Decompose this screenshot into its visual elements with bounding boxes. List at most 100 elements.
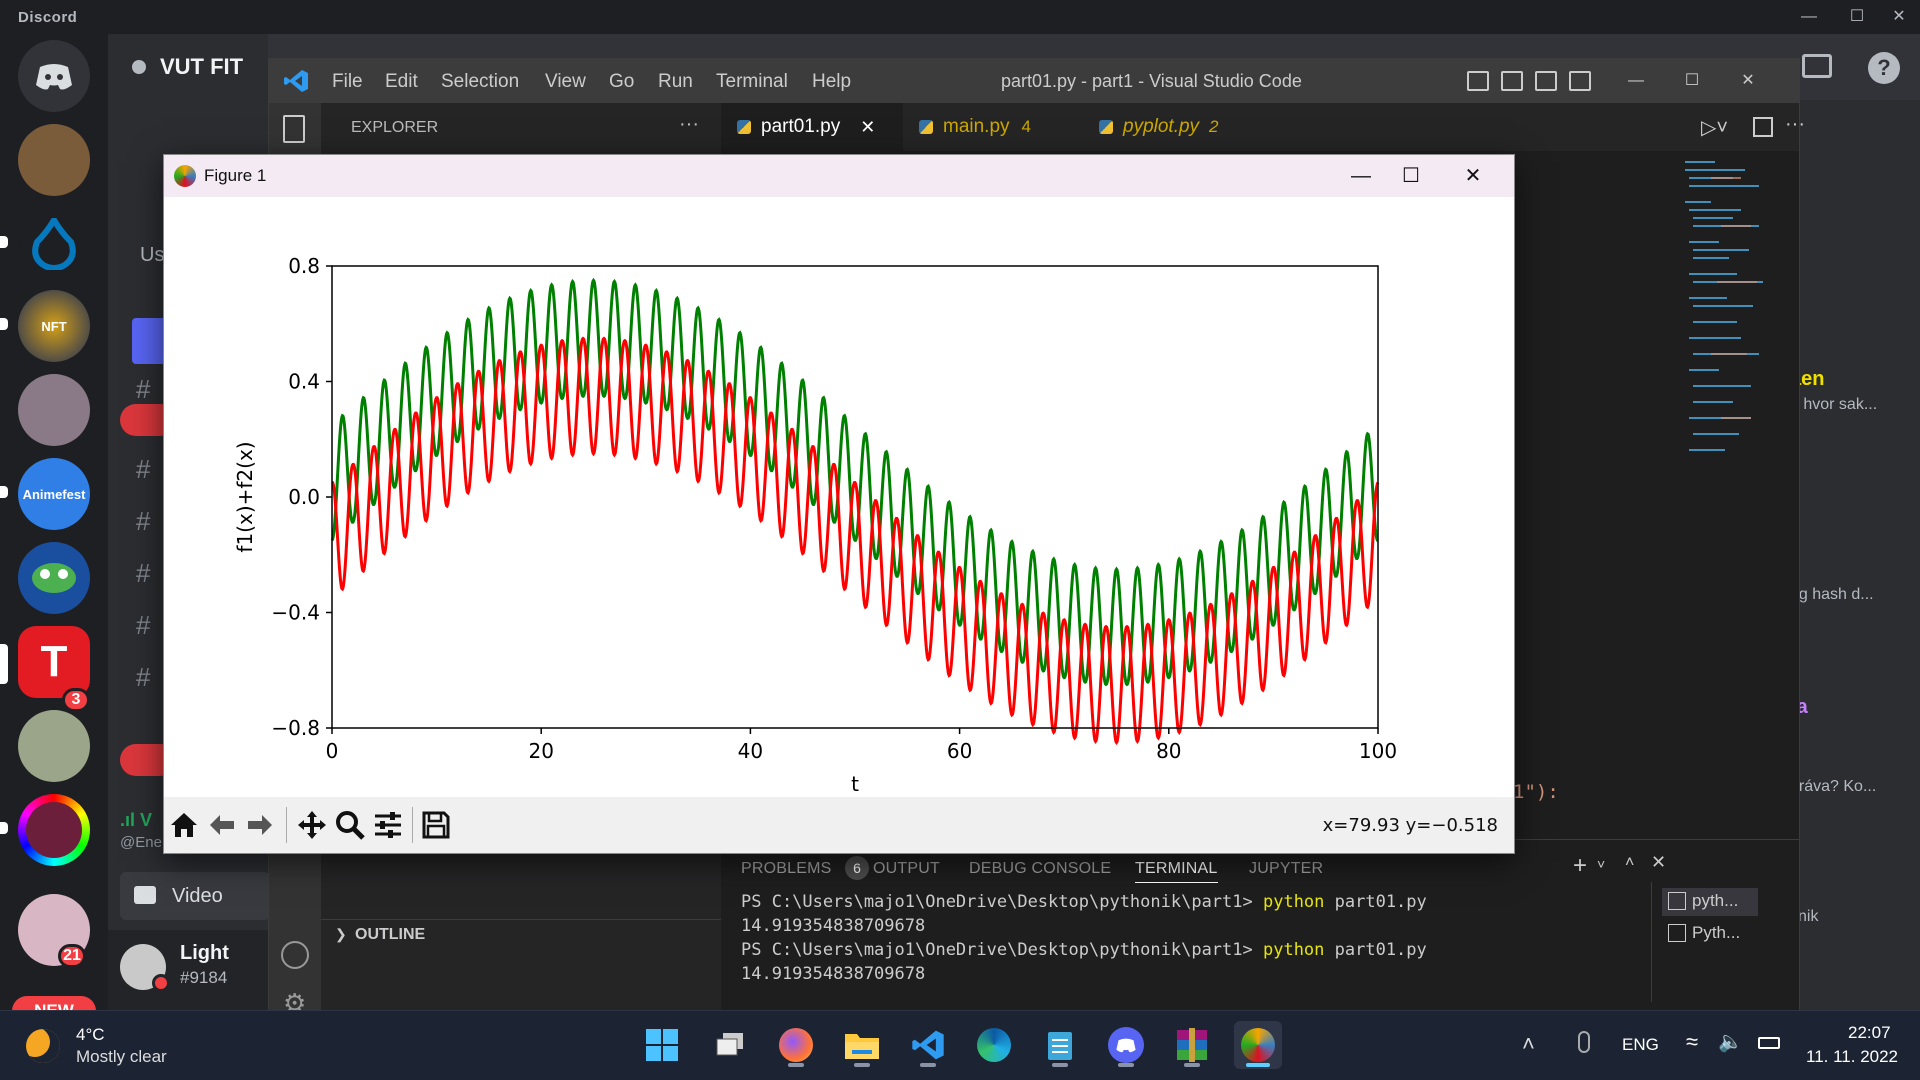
new-terminal-icon[interactable]: + (1573, 852, 1587, 880)
microphone-icon[interactable] (1578, 1031, 1590, 1053)
taskbar-app-winrar[interactable] (1168, 1021, 1216, 1069)
folder-icon (845, 1034, 879, 1059)
nft-server-icon[interactable]: NFT (18, 290, 90, 362)
pan-icon[interactable] (296, 809, 328, 841)
figure-minimize-button[interactable]: — (1336, 161, 1386, 191)
tab-pyplot[interactable]: pyplot.py 2 (1083, 103, 1263, 151)
user-tag: #9184 (180, 968, 228, 987)
help-icon[interactable]: ? (1868, 52, 1900, 84)
animefest-server-icon[interactable]: Animefest (18, 458, 90, 530)
taskbar-app-file-explorer[interactable] (838, 1021, 886, 1069)
customize-layout-icon[interactable] (1569, 71, 1591, 91)
video-button[interactable]: Video (120, 872, 270, 920)
vscode-close-button[interactable]: ✕ (1725, 68, 1771, 94)
menu-go[interactable]: Go (609, 71, 634, 93)
chevron-down-icon[interactable]: ˅ (1597, 856, 1605, 872)
taskbar: 4°C Mostly clear ˄ ENG ≈ 🔈 22:07 11. 11.… (0, 1010, 1920, 1080)
channel-hash-icon[interactable]: # (136, 558, 150, 589)
configure-subplots-icon[interactable] (372, 809, 404, 841)
figure-close-button[interactable]: ✕ (1448, 161, 1498, 191)
vscode-maximize-button[interactable]: ☐ (1669, 68, 1715, 94)
tab-jupyter[interactable]: JUPYTER (1249, 860, 1323, 878)
channel-hash-icon[interactable]: # (136, 454, 150, 485)
guild-name[interactable]: VUT FIT (160, 54, 243, 80)
wifi-icon[interactable]: ≈ (1686, 1029, 1698, 1055)
figure-maximize-button[interactable]: ☐ (1386, 161, 1436, 191)
channel-hash-icon[interactable]: # (136, 374, 150, 405)
editor-more-icon[interactable]: ··· (1785, 113, 1805, 136)
taskbar-app-vscode[interactable] (904, 1021, 952, 1069)
chevron-up-icon[interactable]: ˄ (1522, 1031, 1535, 1057)
tab-part01[interactable]: part01.py ✕ (721, 103, 903, 151)
taskbar-app-notepad[interactable] (1036, 1021, 1084, 1069)
home-icon[interactable] (168, 809, 200, 841)
plot-canvas[interactable]: 0 20 40 60 80 100 −0.8 −0.4 0.0 0.4 0.8 t f1(x)+f… (164, 197, 1514, 797)
toggle-secondary-sidebar-icon[interactable] (1535, 71, 1557, 91)
illuminati-server-icon[interactable] (18, 710, 90, 782)
x-tick-label: 100 (1359, 739, 1397, 763)
outline-section[interactable]: ❯ OUTLINE (321, 919, 721, 949)
channel-hash-icon[interactable]: # (136, 506, 150, 537)
tab-terminal[interactable]: TERMINAL (1135, 860, 1218, 883)
volume-icon[interactable]: 🔈 (1718, 1029, 1743, 1054)
clock-date[interactable]: 11. 11. 2022 (1806, 1047, 1898, 1067)
menu-help[interactable]: Help (812, 71, 851, 93)
taskbar-app-firefox[interactable] (772, 1021, 820, 1069)
taskbar-app-discord[interactable] (1102, 1021, 1150, 1069)
back-arrow-icon[interactable] (206, 809, 238, 841)
terminal-list-item[interactable]: Pyth... (1662, 920, 1758, 948)
server-avatar-2[interactable] (18, 374, 90, 446)
channel-hash-icon[interactable]: # (136, 610, 150, 641)
explorer-more-icon[interactable]: ··· (679, 113, 699, 136)
taskbar-app-python-figure[interactable] (1234, 1021, 1282, 1069)
pepe-server-icon[interactable] (18, 542, 90, 614)
menu-selection[interactable]: Selection (441, 71, 519, 93)
tab-main[interactable]: main.py 4 (903, 103, 1083, 151)
running-indicator (1184, 1063, 1200, 1067)
discord-close-button[interactable]: ✕ (1876, 4, 1920, 30)
toggle-sidebar-icon[interactable] (1467, 71, 1489, 91)
menu-edit[interactable]: Edit (385, 71, 418, 93)
explorer-icon[interactable] (283, 115, 305, 143)
tab-output[interactable]: OUTPUT (873, 860, 940, 878)
inbox-icon[interactable] (1802, 54, 1832, 78)
accounts-icon[interactable] (281, 941, 309, 969)
tab-close-icon[interactable]: ✕ (860, 117, 875, 138)
battery-icon[interactable] (1758, 1037, 1780, 1049)
run-python-icon[interactable]: ▷˅ (1701, 115, 1728, 140)
terminal-list-item[interactable]: pyth... (1662, 888, 1758, 916)
weather-temp: 4°C (76, 1025, 105, 1044)
start-button[interactable] (638, 1021, 686, 1069)
member-snippet: práva? Ko... (1790, 778, 1877, 795)
save-icon[interactable] (420, 809, 452, 841)
toggle-panel-icon[interactable] (1501, 71, 1523, 91)
menu-run[interactable]: Run (658, 71, 693, 93)
taskbar-app-edge[interactable] (970, 1021, 1018, 1069)
menu-view[interactable]: View (545, 71, 586, 93)
drupal-server-icon[interactable] (18, 208, 90, 280)
discord-maximize-button[interactable]: ☐ (1834, 4, 1880, 30)
discord-minimize-button[interactable]: — (1786, 4, 1832, 30)
channel-hash-icon[interactable]: # (136, 662, 150, 693)
minimap[interactable] (1681, 151, 1781, 751)
menu-terminal[interactable]: Terminal (716, 71, 788, 93)
gradient-server-icon[interactable] (18, 794, 90, 866)
menu-file[interactable]: File (332, 71, 363, 93)
forward-arrow-icon[interactable] (244, 809, 276, 841)
user-name: Light (180, 942, 229, 964)
maximize-panel-icon[interactable]: ˄ (1625, 854, 1634, 872)
problems-count-badge: 6 (845, 856, 869, 880)
vscode-logo-icon (284, 70, 308, 92)
discord-home-icon[interactable] (18, 40, 90, 112)
tab-debug-console[interactable]: DEBUG CONSOLE (969, 860, 1111, 878)
server-avatar-1[interactable] (18, 124, 90, 196)
language-indicator[interactable]: ENG (1622, 1035, 1659, 1055)
task-view-button[interactable] (706, 1021, 754, 1069)
zoom-icon[interactable] (334, 809, 366, 841)
vscode-minimize-button[interactable]: — (1613, 68, 1659, 94)
tab-problems[interactable]: PROBLEMS (741, 860, 832, 878)
notepad-icon (1048, 1032, 1072, 1060)
clock-time[interactable]: 22:07 (1848, 1023, 1891, 1043)
close-panel-icon[interactable]: ✕ (1651, 852, 1666, 873)
split-editor-icon[interactable] (1753, 117, 1773, 137)
